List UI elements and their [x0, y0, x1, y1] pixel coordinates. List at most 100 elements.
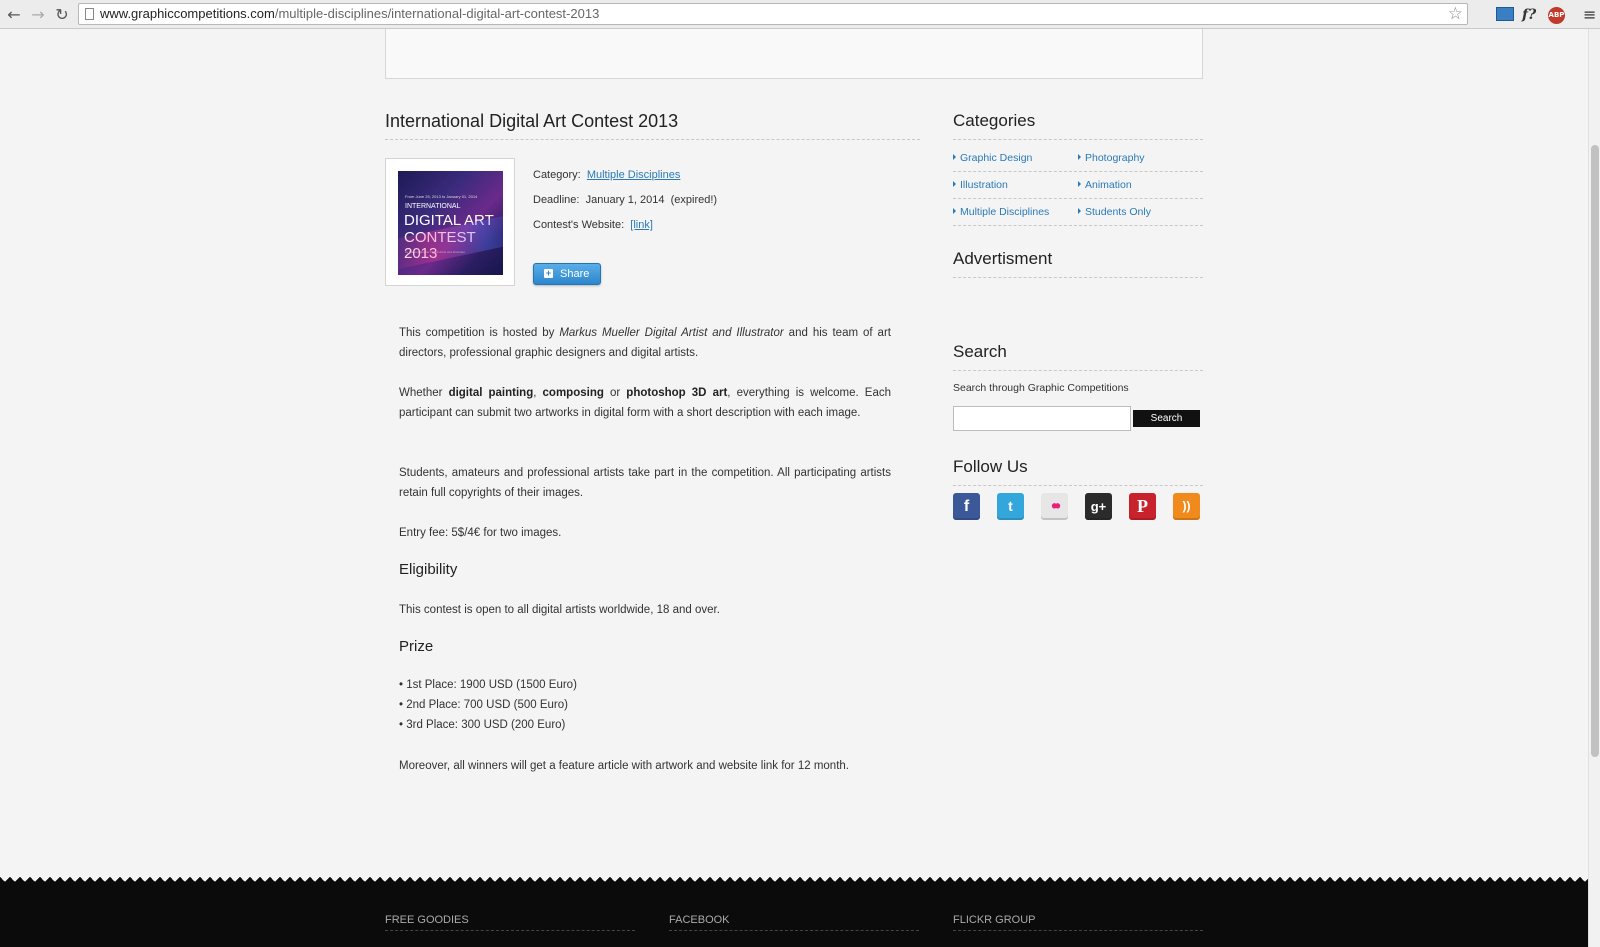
rss-icon[interactable]: ))	[1173, 493, 1200, 520]
p1-text-a: This competition is hosted by	[399, 327, 560, 339]
p1-host-name: Markus Mueller Digital Artist and Illust…	[559, 327, 784, 339]
footer-divider	[953, 930, 1203, 931]
page-scrollbar[interactable]	[1588, 29, 1600, 947]
category-illustration[interactable]: Illustration	[953, 179, 1008, 191]
meta-website: Contest's Website: [link]	[533, 219, 653, 231]
footer	[0, 885, 1588, 947]
categories-heading: Categories	[953, 111, 1036, 130]
eligibility-text: This contest is open to all digital arti…	[399, 604, 720, 616]
participants-paragraph: Students, amateurs and professional arti…	[399, 467, 891, 499]
arrow-right-icon	[953, 154, 956, 160]
category-label: Animation	[1085, 179, 1132, 191]
forward-arrow-icon[interactable]: →	[28, 5, 48, 25]
twitter-icon[interactable]: t	[997, 493, 1024, 520]
footer-flickr-group-heading: FLICKR GROUP	[953, 914, 1036, 926]
website-label: Contest's Website:	[533, 219, 625, 231]
category-row-divider	[953, 171, 1203, 172]
share-label: Share	[560, 268, 590, 280]
flickr-icon[interactable]: ••	[1041, 493, 1068, 520]
prize-heading: Prize	[399, 638, 434, 655]
deadline-value: January 1, 2014	[585, 194, 665, 206]
poster-line2: DIGITAL ART	[404, 212, 494, 229]
extension-screenshot-icon[interactable]	[1496, 7, 1514, 21]
pinterest-icon[interactable]: P	[1129, 493, 1156, 520]
website-link[interactable]: [link]	[630, 219, 653, 231]
category-link[interactable]: Multiple Disciplines	[587, 169, 681, 181]
advertisment-heading: Advertisment	[953, 249, 1053, 268]
top-ad-box	[385, 29, 1203, 79]
category-row-divider	[953, 198, 1203, 199]
category-students-only[interactable]: Students Only	[1078, 206, 1151, 218]
facebook-icon[interactable]: f	[953, 493, 980, 520]
article-title: International Digital Art Contest 2013	[385, 111, 679, 131]
arrow-right-icon	[1078, 208, 1081, 214]
p2-text-a: Whether	[399, 387, 449, 399]
meta-category: Category: Multiple Disciplines	[533, 169, 680, 181]
page-icon	[85, 8, 94, 20]
footer-free-goodies-heading: FREE GOODIES	[385, 914, 469, 926]
share-button[interactable]: + Share	[533, 263, 601, 285]
arrow-right-icon	[1078, 181, 1081, 187]
p2-text-c: ,	[533, 387, 543, 399]
category-photography[interactable]: Photography	[1078, 152, 1145, 164]
meta-deadline: Deadline: January 1, 2014 (expired!)	[533, 194, 717, 206]
category-graphic-design[interactable]: Graphic Design	[953, 152, 1032, 164]
address-bar[interactable]: www.graphiccompetitions.com/multiple-dis…	[78, 3, 1468, 25]
extension-font-icon[interactable]: f?	[1522, 5, 1536, 25]
url-text[interactable]: www.graphiccompetitions.com/multiple-dis…	[100, 6, 599, 21]
back-arrow-icon[interactable]: ←	[4, 5, 24, 25]
url-path: /multiple-disciplines/international-digi…	[274, 6, 600, 21]
poster-line1: INTERNATIONAL	[405, 203, 461, 210]
eligibility-heading: Eligibility	[399, 561, 458, 578]
contest-poster-image: From June 25, 2013 to January 01, 2014 I…	[398, 171, 503, 275]
entry-fee-paragraph: Entry fee: 5$/4€ for two images.	[399, 527, 562, 539]
disciplines-paragraph: Whether digital painting, composing or p…	[399, 383, 891, 423]
bookmark-star-icon[interactable]: ☆	[1448, 4, 1463, 24]
poster-date: From June 25, 2013 to January 01, 2014	[405, 194, 478, 199]
browser-toolbar: ← → ↻ www.graphiccompetitions.com/multip…	[0, 0, 1600, 29]
category-animation[interactable]: Animation	[1078, 179, 1132, 191]
category-label: Students Only	[1085, 206, 1151, 218]
browser-menu-icon[interactable]: ≡	[1583, 5, 1596, 25]
deadline-label: Deadline:	[533, 194, 580, 206]
search-divider	[953, 370, 1203, 371]
category-label: Photography	[1085, 152, 1145, 164]
prize-item: • 2nd Place: 700 USD (500 Euro)	[399, 699, 568, 711]
follow-us-divider	[953, 485, 1203, 486]
search-input[interactable]	[953, 406, 1131, 431]
footer-divider	[669, 930, 919, 931]
p2-text-d: or	[603, 387, 627, 399]
plus-icon: +	[544, 268, 553, 278]
arrow-right-icon	[1078, 154, 1081, 160]
p2-bold-2: composing	[542, 387, 604, 399]
contest-thumbnail[interactable]: From June 25, 2013 to January 01, 2014 I…	[385, 158, 515, 286]
category-label: Category:	[533, 169, 581, 181]
reload-icon[interactable]: ↻	[52, 5, 72, 25]
search-description: Search through Graphic Competitions	[953, 382, 1129, 394]
title-divider	[385, 139, 920, 140]
url-host: www.graphiccompetitions.com	[100, 6, 275, 21]
arrow-right-icon	[953, 208, 956, 214]
google-plus-icon[interactable]: g+	[1085, 493, 1112, 520]
deadline-status: (expired!)	[670, 194, 718, 206]
prize-item: • 3rd Place: 300 USD (200 Euro)	[399, 719, 566, 731]
follow-us-heading: Follow Us	[953, 457, 1028, 476]
advertisment-divider	[953, 277, 1203, 278]
footer-facebook-heading: FACEBOOK	[669, 914, 730, 926]
poster-subline: by Markus Mueller Digital Artist and Ill…	[405, 250, 466, 254]
adblock-icon[interactable]: ABP	[1548, 7, 1565, 24]
search-button[interactable]: Search	[1133, 410, 1200, 427]
p2-bold-1: digital painting	[448, 387, 534, 399]
footer-divider	[385, 930, 635, 931]
prize-item: • 1st Place: 1900 USD (1500 Euro)	[399, 679, 577, 691]
search-heading: Search	[953, 342, 1007, 361]
intro-paragraph: This competition is hosted by Markus Mue…	[399, 323, 891, 363]
arrow-right-icon	[953, 181, 956, 187]
category-label: Multiple Disciplines	[960, 206, 1050, 218]
category-row-divider	[953, 225, 1203, 226]
category-label: Graphic Design	[960, 152, 1033, 164]
category-multiple-disciplines[interactable]: Multiple Disciplines	[953, 206, 1049, 218]
poster-line3: CONTEST 2013	[404, 229, 476, 262]
scrollbar-thumb[interactable]	[1591, 145, 1599, 757]
closing-paragraph: Moreover, all winners will get a feature…	[399, 760, 849, 772]
